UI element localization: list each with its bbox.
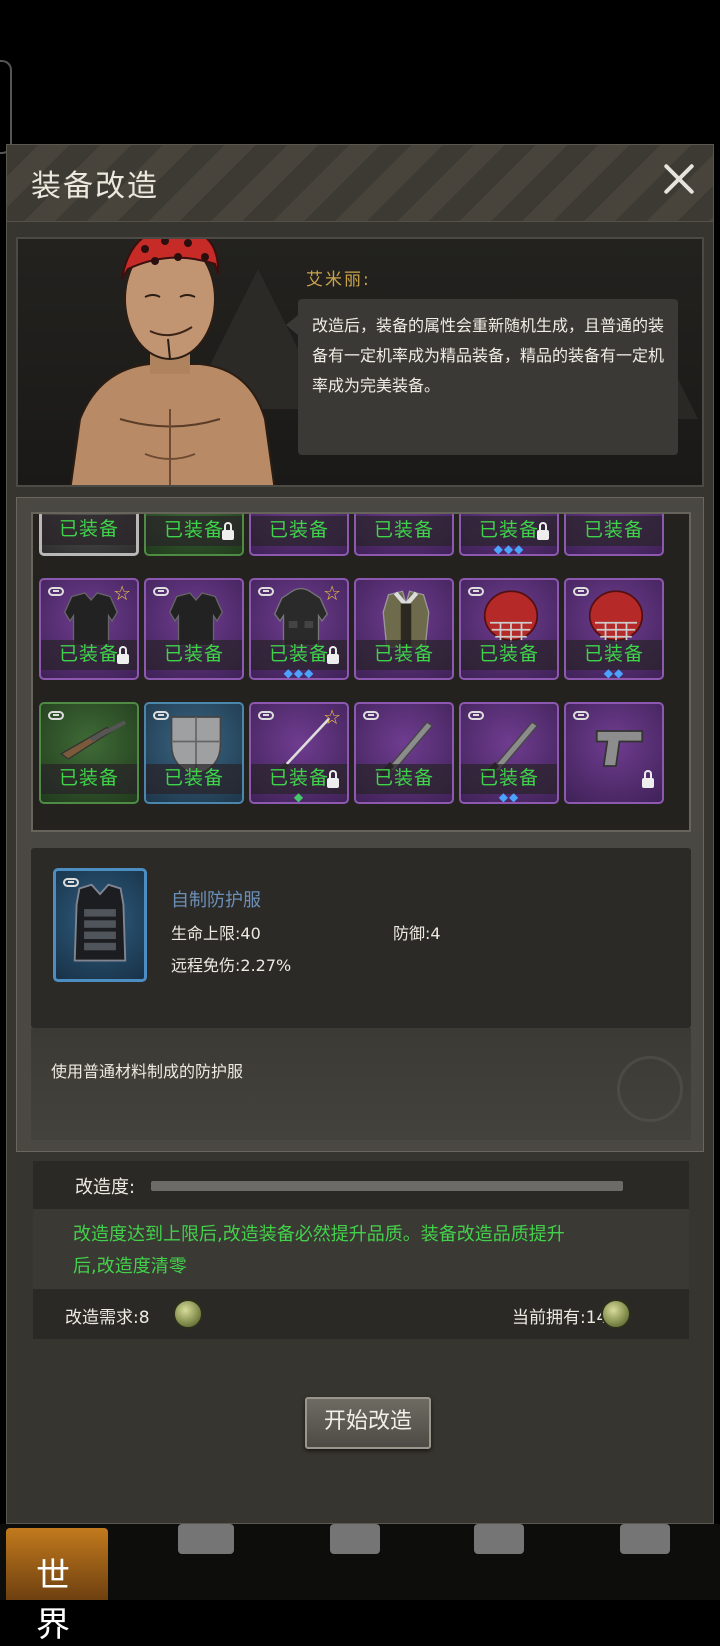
npc-name: 艾米丽:	[306, 270, 371, 290]
lock-icon	[537, 522, 549, 540]
link-icon	[468, 711, 484, 720]
start-modify-button[interactable]: 开始改造	[305, 1397, 431, 1449]
lock-icon	[642, 770, 654, 788]
equipped-label: 已装备	[478, 767, 539, 789]
modify-degree-bar	[151, 1181, 623, 1191]
equipment-slot[interactable]: 已装备	[459, 578, 559, 680]
equipped-label: 已装备	[478, 643, 539, 665]
link-icon	[258, 587, 274, 596]
equipment-modify-panel: 装备改造 艾米丽: 改造后，装备的属性会重新随机生成，且普通的装备有一定机率成为…	[6, 144, 714, 1524]
gem-socket-icons: ◆◆	[603, 666, 625, 680]
link-icon	[48, 711, 64, 720]
link-icon	[573, 711, 589, 720]
link-icon	[258, 711, 274, 720]
stat-defense: 防御:4	[393, 924, 441, 943]
equipment-slot[interactable]: 已装备	[144, 702, 244, 804]
equipment-slot[interactable]: 已装备	[354, 514, 454, 556]
description-area	[31, 1028, 691, 1140]
vest-icon	[73, 883, 127, 962]
star-icon: ☆	[323, 705, 341, 729]
equipped-label: 已装备	[163, 767, 224, 789]
equipment-slot[interactable]: 已装备	[564, 514, 664, 556]
character-icon[interactable]	[330, 1524, 380, 1554]
gem-socket-icons: ◆◆◆	[493, 542, 525, 556]
equipped-label: 已装备	[583, 519, 644, 541]
equipment-slot[interactable]: 已装备 ◆◆	[459, 702, 559, 804]
link-icon	[48, 587, 64, 596]
equipment-slot[interactable]: 已装备 ☆ ◆	[249, 702, 349, 804]
link-icon	[63, 878, 79, 887]
lock-icon	[327, 770, 339, 788]
gem-socket-icons: ◆◆	[498, 790, 520, 804]
bottom-nav: 世界	[0, 1524, 720, 1645]
skull-emblem-icon	[617, 1056, 683, 1122]
equipment-slot[interactable]: 已装备	[354, 578, 454, 680]
link-icon	[153, 711, 169, 720]
backpack-icon[interactable]	[178, 1524, 234, 1554]
equipment-slot[interactable]: 已装备 ☆ ◆◆◆	[249, 578, 349, 680]
equipment-slot[interactable]: 已装备	[144, 514, 244, 556]
side-handle[interactable]	[0, 60, 12, 154]
panel-header: 装备改造	[7, 145, 713, 222]
building-icon[interactable]	[474, 1524, 524, 1554]
lock-icon	[117, 646, 129, 664]
equipped-label: 已装备	[268, 519, 329, 541]
link-icon	[153, 587, 169, 596]
coin-icon	[173, 1299, 203, 1329]
gem-socket-icons: ◆	[293, 790, 305, 804]
gem-socket-icons: ◆◆◆	[283, 666, 315, 680]
modify-degree-row: 改造度:	[33, 1161, 689, 1209]
link-icon	[468, 587, 484, 596]
item-detail: 自制防护服 生命上限:40 防御:4 远程免伤:2.27%	[31, 848, 691, 1028]
equipped-label: 已装备	[373, 643, 434, 665]
equipment-grid[interactable]: 已装备 已装备 已装备 已装备 已装备 ◆◆◆ 已装备 已装备 ☆ 已装备 已装备 ☆ ◆◆◆ 已装备 已装…	[31, 512, 691, 832]
star-icon: ☆	[113, 581, 131, 605]
modify-note: 改造度达到上限后,改造装备必然提升品质。装备改造品质提升后,改造度清零	[73, 1224, 565, 1277]
npc-section: 艾米丽: 改造后，装备的属性会重新随机生成，且普通的装备有一定机率成为精品装备，…	[16, 237, 704, 487]
item-name: 自制防护服	[171, 890, 261, 911]
selected-item-icon[interactable]	[53, 868, 147, 982]
equipped-label: 已装备	[58, 518, 119, 540]
npc-portrait	[69, 239, 276, 485]
equipped-label: 已装备	[583, 643, 644, 665]
workbench-icon[interactable]	[620, 1524, 670, 1554]
equipment-slot[interactable]: 已装备 ◆◆◆	[459, 514, 559, 556]
lock-icon	[327, 646, 339, 664]
equipment-slot[interactable]	[564, 702, 664, 804]
item-description: 使用普通材料制成的防护服	[51, 1062, 244, 1081]
coin-icon	[601, 1299, 631, 1329]
equipment-slot[interactable]: 已装备	[144, 578, 244, 680]
link-icon	[363, 711, 379, 720]
close-button[interactable]	[659, 159, 699, 199]
link-icon	[573, 587, 589, 596]
equipped-label: 已装备	[373, 767, 434, 789]
modify-section: 改造度: 改造度达到上限后,改造装备必然提升品质。装备改造品质提升后,改造度清零…	[33, 1161, 689, 1339]
lock-icon	[222, 522, 234, 540]
requirement-label: 改造需求:8	[65, 1308, 150, 1328]
nav-world-tab[interactable]: 世界	[6, 1528, 108, 1645]
nav-world-label: 世界	[36, 1556, 73, 1645]
equipment-slot[interactable]: 已装备	[249, 514, 349, 556]
equipment-slot[interactable]: 已装备	[39, 514, 139, 556]
requirement-row: 改造需求:8 当前拥有:1466	[33, 1289, 689, 1339]
equipped-label: 已装备	[163, 643, 224, 665]
equipment-slot[interactable]: 已装备	[39, 702, 139, 804]
star-icon: ☆	[323, 581, 341, 605]
equipment-section: 已装备 已装备 已装备 已装备 已装备 ◆◆◆ 已装备 已装备 ☆ 已装备 已装备 ☆ ◆◆◆ 已装备 已装…	[16, 497, 704, 1152]
npc-dialogue: 改造后，装备的属性会重新随机生成，且普通的装备有一定机率成为精品装备，精品的装备…	[286, 299, 678, 455]
equipment-slot[interactable]: 已装备 ◆◆	[564, 578, 664, 680]
stat-hp: 生命上限:40	[171, 924, 261, 943]
equipment-slot[interactable]: 已装备	[354, 702, 454, 804]
equipment-slot[interactable]: 已装备 ☆	[39, 578, 139, 680]
stat-ranged-resist: 远程免伤:2.27%	[171, 956, 292, 975]
modify-degree-label: 改造度:	[75, 1177, 136, 1198]
equipped-label: 已装备	[58, 767, 119, 789]
status-area	[0, 0, 720, 145]
panel-title: 装备改造	[31, 169, 159, 204]
equipped-label: 已装备	[373, 519, 434, 541]
